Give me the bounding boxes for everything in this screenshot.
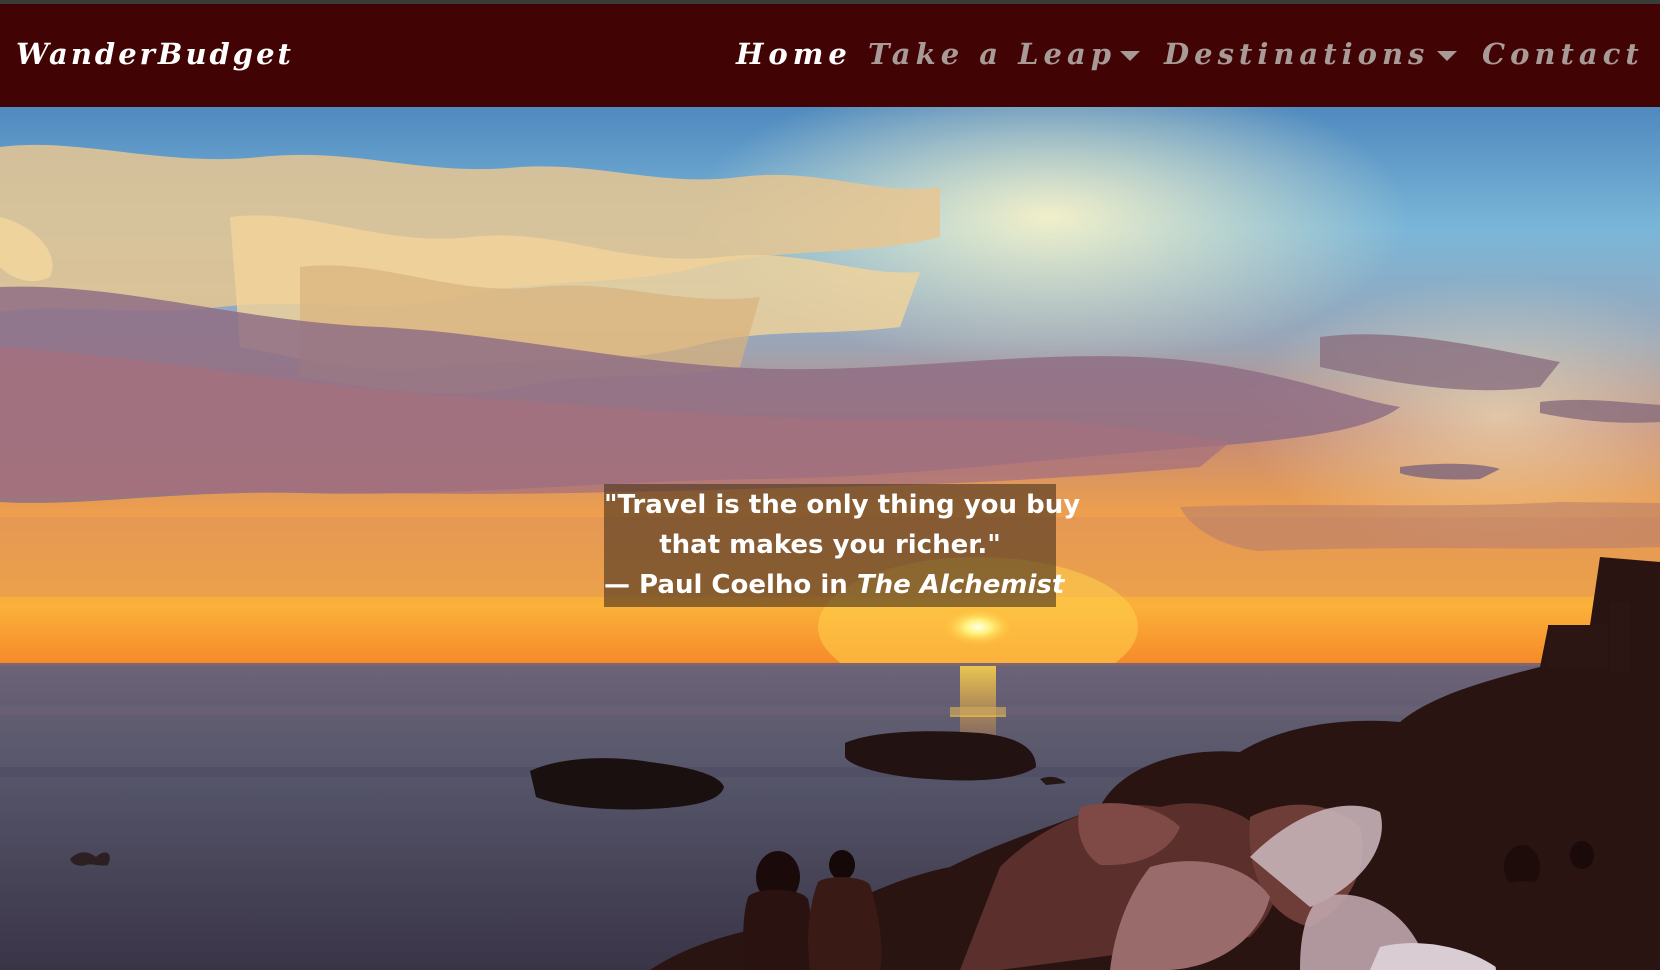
navbar: WanderBudget Home Take a Leap Destinatio… xyxy=(0,4,1660,107)
destinations-caret-icon[interactable] xyxy=(1437,51,1457,61)
nav-take-a-leap[interactable]: Take a Leap xyxy=(868,37,1116,71)
nav-home[interactable]: Home xyxy=(736,37,852,71)
brand-logo[interactable]: WanderBudget xyxy=(16,37,294,71)
quote-line-2: that makes you richer." xyxy=(659,530,1001,560)
quote-attribution-prefix: — Paul Coelho in xyxy=(604,570,848,600)
page: WanderBudget Home Take a Leap Destinatio… xyxy=(0,0,1660,970)
nav-destinations[interactable]: Destinations xyxy=(1164,37,1429,71)
take-a-leap-caret-icon[interactable] xyxy=(1120,51,1140,61)
hero-quote-box: "Travel is the only thing you buy that m… xyxy=(604,484,1081,607)
nav-contact[interactable]: Contact xyxy=(1482,37,1644,71)
quote-source-title: The Alchemist xyxy=(856,570,1065,600)
quote-attribution: — Paul Coelho in The Alchemist xyxy=(604,565,1064,605)
quote-line-1: "Travel is the only thing you buy xyxy=(604,490,1081,520)
